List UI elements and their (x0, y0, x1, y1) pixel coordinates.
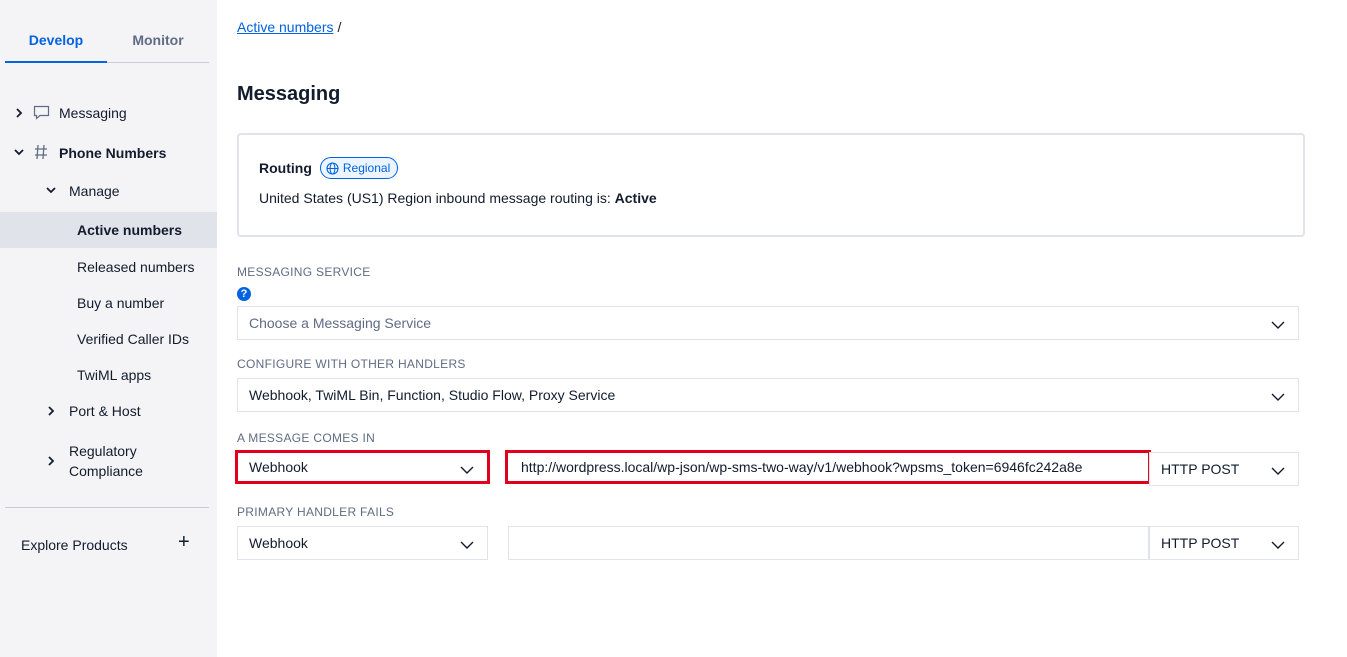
sidebar-item-label: Messaging (59, 105, 127, 121)
routing-title: Routing (259, 160, 312, 176)
routing-description: United States (US1) Region inbound messa… (259, 190, 657, 206)
other-handlers-label: CONFIGURE WITH OTHER HANDLERS (237, 357, 466, 371)
sidebar-item-label: Manage (69, 183, 120, 199)
sidebar-item-twiml-apps[interactable]: TwiML apps (0, 360, 217, 390)
sidebar-item-port-host[interactable]: Port & Host (0, 396, 217, 426)
sidebar-item-label: Regulatory (69, 443, 137, 459)
badge-label: Regional (342, 161, 391, 175)
message-comes-in-url-input[interactable]: http://wordpress.local/wp-json/wp-sms-tw… (505, 450, 1151, 484)
message-comes-in-type-value: Webhook (249, 459, 308, 475)
hash-icon (34, 143, 48, 164)
status-badge: Regional (319, 157, 399, 179)
chevron-down-icon (1270, 389, 1286, 405)
explore-products-label: Explore Products (21, 537, 128, 553)
sidebar-item-released-numbers[interactable]: Released numbers (0, 252, 217, 282)
primary-handler-fails-url-input[interactable] (508, 526, 1149, 560)
chevron-down-icon (1270, 537, 1286, 553)
primary-handler-fails-method-value: HTTP POST (1161, 535, 1240, 551)
sidebar-item-label: Released numbers (77, 259, 195, 275)
messaging-service-label: MESSAGING SERVICE (237, 265, 371, 279)
sidebar-item-label: TwiML apps (77, 367, 152, 383)
chat-bubble-icon (33, 105, 50, 123)
sidebar-item-label: Phone Numbers (59, 145, 167, 161)
chevron-right-icon (47, 455, 55, 467)
chevron-down-icon (459, 537, 475, 553)
message-comes-in-label: A MESSAGE COMES IN (237, 431, 376, 445)
messaging-service-select[interactable]: Choose a Messaging Service (237, 306, 1299, 340)
messaging-service-placeholder: Choose a Messaging Service (249, 315, 432, 331)
chevron-right-icon (47, 405, 55, 417)
sidebar-item-label: Active numbers (77, 222, 183, 238)
breadcrumb-separator: / (337, 19, 342, 35)
help-icon[interactable]: ? (237, 287, 251, 301)
sidebar-tabs: Develop Monitor (5, 18, 209, 63)
sidebar-item-label: Port & Host (69, 403, 141, 419)
breadcrumb: Active numbers / (237, 19, 341, 35)
sidebar: Develop Monitor Messaging Phone Numbers … (0, 0, 217, 657)
chevron-down-icon (45, 186, 57, 194)
sidebar-item-active-numbers[interactable]: Active numbers (0, 212, 217, 248)
page-title: Messaging (237, 83, 341, 105)
message-comes-in-method-select[interactable]: HTTP POST (1149, 452, 1299, 486)
routing-status: Active (614, 190, 657, 206)
sidebar-item-label: Compliance (69, 463, 143, 479)
other-handlers-select[interactable]: Webhook, TwiML Bin, Function, Studio Flo… (237, 378, 1299, 412)
sidebar-item-manage[interactable]: Manage (0, 176, 217, 206)
chevron-right-icon (15, 107, 23, 119)
sidebar-item-regulatory-compliance[interactable]: Regulatory Compliance (0, 436, 217, 486)
main-content: Active numbers / Messaging Routing Region… (217, 0, 1347, 657)
chevron-down-icon (1270, 317, 1286, 333)
sidebar-item-label: Buy a number (77, 295, 165, 311)
message-comes-in-type-select[interactable]: Webhook (235, 450, 490, 484)
sidebar-item-phone-numbers[interactable]: Phone Numbers (0, 138, 217, 168)
routing-header: Routing Regional (259, 157, 399, 179)
explore-products-button[interactable]: Explore Products + (0, 530, 217, 560)
globe-icon (326, 161, 339, 175)
breadcrumb-link-active-numbers[interactable]: Active numbers (237, 19, 333, 35)
primary-handler-fails-type-select[interactable]: Webhook (237, 526, 488, 560)
sidebar-divider (5, 507, 209, 508)
sidebar-item-verified-caller-ids[interactable]: Verified Caller IDs (0, 324, 217, 354)
sidebar-item-buy-number[interactable]: Buy a number (0, 288, 217, 318)
plus-icon: + (178, 531, 190, 553)
primary-handler-fails-label: PRIMARY HANDLER FAILS (237, 505, 395, 519)
tab-monitor[interactable]: Monitor (107, 18, 209, 62)
chevron-down-icon (1270, 463, 1286, 479)
chevron-down-icon (459, 462, 475, 478)
primary-handler-fails-type-value: Webhook (249, 535, 308, 551)
sidebar-item-label: Verified Caller IDs (77, 331, 190, 347)
other-handlers-value: Webhook, TwiML Bin, Function, Studio Flo… (249, 387, 616, 403)
routing-card: Routing Regional United States (US1) Reg… (237, 133, 1305, 237)
sidebar-item-messaging[interactable]: Messaging (0, 98, 217, 128)
primary-handler-fails-method-select[interactable]: HTTP POST (1149, 526, 1299, 560)
message-comes-in-method-value: HTTP POST (1161, 461, 1240, 477)
tab-develop[interactable]: Develop (5, 18, 107, 63)
message-comes-in-url-value: http://wordpress.local/wp-json/wp-sms-tw… (521, 459, 1083, 475)
chevron-down-icon (13, 148, 25, 156)
